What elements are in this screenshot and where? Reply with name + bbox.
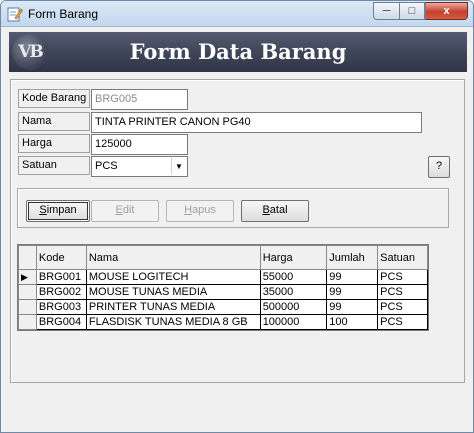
- row-selector-header: [18, 245, 37, 270]
- cell-jumlah[interactable]: 99: [326, 269, 379, 285]
- row-selector[interactable]: [18, 299, 37, 315]
- header-banner: VB Form Data Barang: [9, 32, 467, 72]
- help-button[interactable]: ?: [428, 156, 450, 178]
- batal-label: atal: [269, 204, 288, 216]
- chevron-down-icon[interactable]: ▼: [171, 158, 186, 175]
- current-row-marker: ▶: [21, 272, 28, 282]
- cell-nama[interactable]: FLASDISK TUNAS MEDIA 8 GB: [85, 314, 261, 330]
- cell-nama[interactable]: MOUSE TUNAS MEDIA: [85, 284, 261, 300]
- kode-barang-field[interactable]: BRG005: [91, 89, 188, 110]
- minimize-button[interactable]: ─: [373, 2, 399, 20]
- batal-hotkey: B: [262, 204, 270, 216]
- grid-header-row: Kode Nama Harga Jumlah Satuan: [18, 245, 428, 270]
- harga-field[interactable]: 125000: [91, 134, 188, 155]
- maximize-icon: □: [408, 5, 416, 17]
- column-header-kode[interactable]: Kode: [35, 245, 87, 270]
- hapus-hotkey: H: [184, 204, 193, 216]
- cell-jumlah[interactable]: 100: [326, 314, 379, 330]
- table-row[interactable]: BRG002 MOUSE TUNAS MEDIA 35000 99 PCS: [18, 284, 428, 300]
- kode-barang-label: Kode Barang: [18, 89, 90, 108]
- current-row-icon[interactable]: ▶: [18, 269, 37, 285]
- cell-jumlah[interactable]: 99: [326, 284, 379, 300]
- page-title: Form Data Barang: [129, 39, 347, 64]
- cell-kode[interactable]: BRG003: [35, 299, 87, 315]
- row-selector[interactable]: [18, 314, 37, 330]
- edit-form-icon: [7, 7, 23, 22]
- nama-field[interactable]: TINTA PRINTER CANON PG40: [91, 112, 422, 133]
- cell-harga[interactable]: 100000: [259, 314, 328, 330]
- harga-label: Harga: [18, 134, 90, 153]
- cell-harga[interactable]: 500000: [259, 299, 328, 315]
- satuan-label: Satuan: [18, 156, 90, 175]
- cell-kode[interactable]: BRG004: [35, 314, 87, 330]
- cell-nama[interactable]: MOUSE LOGITECH: [85, 269, 261, 285]
- cell-harga[interactable]: 55000: [259, 269, 328, 285]
- cell-kode[interactable]: BRG001: [35, 269, 87, 285]
- column-header-satuan[interactable]: Satuan: [377, 245, 428, 270]
- cell-harga[interactable]: 35000: [259, 284, 328, 300]
- form-client-area: VB Form Data Barang Kode Barang BRG005 N…: [9, 28, 467, 426]
- satuan-select[interactable]: PCS ▼: [91, 156, 188, 177]
- table-row[interactable]: BRG004 FLASDISK TUNAS MEDIA 8 GB 100000 …: [18, 314, 428, 330]
- hapus-button[interactable]: Hapus: [166, 200, 234, 222]
- simpan-hotkey: S: [39, 204, 47, 216]
- column-header-harga[interactable]: Harga: [259, 245, 328, 270]
- close-icon: x: [443, 5, 450, 17]
- cell-satuan[interactable]: PCS: [377, 299, 428, 315]
- cell-satuan[interactable]: PCS: [377, 314, 428, 330]
- cell-jumlah[interactable]: 99: [326, 299, 379, 315]
- title-bar[interactable]: Form Barang ─ □ x: [1, 1, 473, 27]
- table-row[interactable]: ▶ BRG001 MOUSE LOGITECH 55000 99 PCS: [18, 269, 428, 285]
- cell-nama[interactable]: PRINTER TUNAS MEDIA: [85, 299, 261, 315]
- cell-kode[interactable]: BRG002: [35, 284, 87, 300]
- data-grid[interactable]: Kode Nama Harga Jumlah Satuan ▶ BRG001 M…: [17, 244, 429, 331]
- cell-satuan[interactable]: PCS: [377, 269, 428, 285]
- hapus-label: apus: [192, 204, 216, 216]
- form-barang-window: Form Barang ─ □ x VB Form Data Barang Ko…: [0, 0, 474, 433]
- edit-hotkey: E: [115, 204, 123, 216]
- simpan-label: impan: [46, 204, 77, 216]
- cell-satuan[interactable]: PCS: [377, 284, 428, 300]
- minimize-icon: ─: [382, 5, 391, 17]
- column-header-nama[interactable]: Nama: [85, 245, 261, 270]
- window-title: Form Barang: [28, 7, 99, 21]
- satuan-value: PCS: [95, 160, 118, 172]
- batal-button[interactable]: Batal: [241, 200, 309, 222]
- simpan-button[interactable]: Simpan: [26, 200, 90, 222]
- row-selector[interactable]: [18, 284, 37, 300]
- column-header-jumlah[interactable]: Jumlah: [326, 245, 379, 270]
- nama-label: Nama: [18, 112, 90, 131]
- table-row[interactable]: BRG003 PRINTER TUNAS MEDIA 500000 99 PCS: [18, 299, 428, 315]
- edit-button[interactable]: Edit: [91, 200, 159, 222]
- edit-label: dit: [122, 204, 135, 216]
- close-button[interactable]: x: [425, 2, 468, 20]
- maximize-button[interactable]: □: [399, 2, 425, 20]
